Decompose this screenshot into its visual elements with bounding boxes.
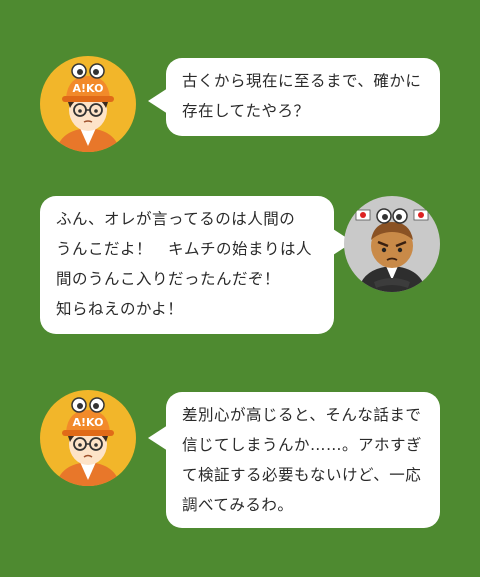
dialogue-line: うんこだよ！ キムチの始まりは人 [56,240,313,258]
kimchi-character-icon [344,196,440,292]
dialogue-line: 差別心が高じると、そんな話まで [182,406,422,424]
speech-bubble-aiko-1: 古くから現在に至るまで、確かに 存在してたやろ？ [166,58,440,136]
aiko-character-icon: A!KO [40,390,136,486]
bubble-tail [148,88,168,114]
dialogue-line: て検証する必要もないけど、一応 [182,466,422,484]
bubble-tail [148,425,168,451]
dialogue-line: 古くから現在に至るまで、確かに [182,72,422,90]
aiko-avatar: A!KO [40,390,136,486]
aiko-avatar: A!KO [40,56,136,152]
dialogue-line: 調べてみるわ。 [182,496,294,514]
speech-bubble-kimchi: ふん、オレが言ってるのは人間の うんこだよ！ キムチの始まりは人 間のうんこ入り… [40,196,334,334]
dialogue-line: 知らねえのかよ！ [56,300,184,318]
aiko-cap-text: A!KO [73,416,104,429]
dialogue-line: 存在してたやろ？ [182,102,310,120]
dialogue-line: 信じてしまうんか……。アホすぎ [182,436,423,454]
speech-bubble-aiko-2: 差別心が高じると、そんな話まで 信じてしまうんか……。アホすぎ て検証する必要も… [166,392,440,528]
kimchi-avatar [344,196,440,292]
aiko-cap-text: A!KO [73,82,104,95]
aiko-character-icon: A!KO [40,56,136,152]
dialogue-line: ふん、オレが言ってるのは人間の [56,210,296,228]
dialogue-line: 間のうんこ入りだったんだぞ！ [56,270,281,288]
